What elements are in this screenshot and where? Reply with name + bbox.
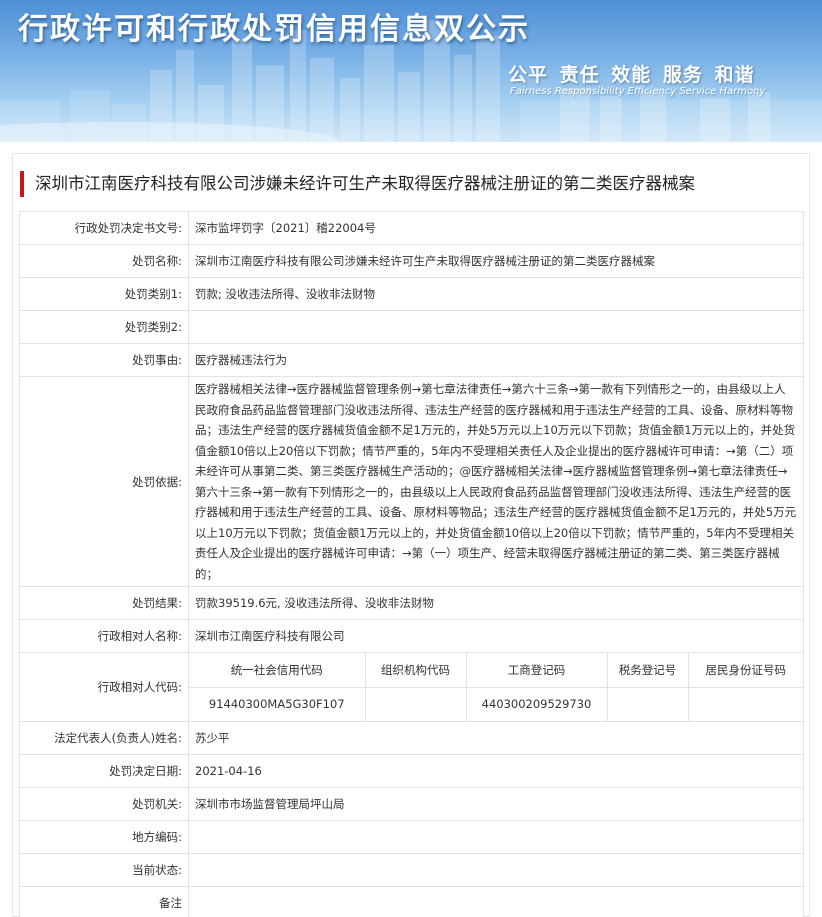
label-party-name: 行政相对人名称: (19, 619, 189, 653)
row-category1: 处罚类别1: 罚款; 没收违法所得、没收非法财物 (19, 277, 804, 311)
party-code-header-row: 统一社会信用代码 组织机构代码 工商登记码 税务登记号 居民身份证号码 (189, 653, 803, 688)
value-business-reg-code: 440300209529730 (465, 686, 608, 721)
row-date: 处罚决定日期: 2021-04-16 (19, 754, 804, 788)
value-status (188, 853, 804, 887)
row-authority: 处罚机关: 深圳市市场监督管理局坪山局 (19, 787, 804, 821)
value-org-code (364, 686, 467, 721)
label-result: 处罚结果: (19, 586, 189, 620)
banner-slogan-english: Fairness Responsibility Efficiency Servi… (510, 86, 766, 97)
value-region-code (188, 820, 804, 854)
banner-title: 行政许可和行政处罚信用信息双公示 (18, 12, 530, 47)
label-date: 处罚决定日期: (19, 754, 189, 788)
value-party-code: 统一社会信用代码 组织机构代码 工商登记码 税务登记号 居民身份证号码 9144… (188, 652, 804, 722)
value-authority: 深圳市市场监督管理局坪山局 (188, 787, 804, 821)
row-reason: 处罚事由: 医疗器械违法行为 (19, 343, 804, 377)
value-party-name: 深圳市江南医疗科技有限公司 (188, 619, 804, 653)
label-category1: 处罚类别1: (19, 277, 189, 311)
case-title: 深圳市江南医疗科技有限公司涉嫌未经许可生产未取得医疗器械注册证的第二类医疗器械案 (20, 171, 695, 197)
value-tax-reg-code (606, 686, 689, 721)
header-org-code: 组织机构代码 (364, 653, 467, 688)
value-remark (188, 886, 804, 917)
value-date: 2021-04-16 (188, 754, 804, 788)
label-doc-no: 行政处罚决定书文号: (19, 211, 189, 245)
header-credit-code: 统一社会信用代码 (189, 653, 366, 688)
label-authority: 处罚机关: (19, 787, 189, 821)
value-result: 罚款39519.6元, 没收违法所得、没收非法财物 (188, 586, 804, 620)
header-tax-reg-code: 税务登记号 (606, 653, 689, 688)
penalty-info-table: 行政处罚决定书文号: 深市监坪罚字〔2021〕稽22004号 处罚名称: 深圳市… (19, 211, 804, 917)
row-category2: 处罚类别2: (19, 310, 804, 344)
value-basis: 医疗器械相关法律→医疗器械监督管理条例→第七章法律责任→第六十三条→第一款有下列… (188, 376, 804, 587)
value-doc-no: 深市监坪罚字〔2021〕稽22004号 (188, 211, 804, 245)
header-banner: 行政许可和行政处罚信用信息双公示 公平 责任 效能 服务 和谐 Fairness… (0, 0, 822, 142)
row-party-name: 行政相对人名称: 深圳市江南医疗科技有限公司 (19, 619, 804, 653)
row-status: 当前状态: (19, 853, 804, 887)
label-party-code: 行政相对人代码: (19, 652, 189, 722)
label-reason: 处罚事由: (19, 343, 189, 377)
party-code-table: 统一社会信用代码 组织机构代码 工商登记码 税务登记号 居民身份证号码 9144… (189, 653, 803, 721)
row-result: 处罚结果: 罚款39519.6元, 没收违法所得、没收非法财物 (19, 586, 804, 620)
row-basis: 处罚依据: 医疗器械相关法律→医疗器械监督管理条例→第七章法律责任→第六十三条→… (19, 376, 804, 587)
value-category1: 罚款; 没收违法所得、没收非法财物 (188, 277, 804, 311)
row-remark: 备注 (19, 886, 804, 917)
label-basis: 处罚依据: (19, 376, 189, 587)
header-id-number: 居民身份证号码 (687, 653, 803, 688)
header-business-reg-code: 工商登记码 (465, 653, 608, 688)
row-region-code: 地方编码: (19, 820, 804, 854)
banner-slogan: 公平 责任 效能 服务 和谐 (508, 64, 755, 86)
label-region-code: 地方编码: (19, 820, 189, 854)
value-category2 (188, 310, 804, 344)
row-party-code: 行政相对人代码: 统一社会信用代码 组织机构代码 工商登记码 税务登记号 居民身… (19, 652, 804, 722)
row-legal-rep: 法定代表人(负责人)姓名: 苏少平 (19, 721, 804, 755)
value-id-number (687, 686, 803, 721)
value-credit-code: 91440300MA5G30F107 (189, 686, 366, 721)
row-name: 处罚名称: 深圳市江南医疗科技有限公司涉嫌未经许可生产未取得医疗器械注册证的第二… (19, 244, 804, 278)
party-code-value-row: 91440300MA5G30F107 440300209529730 (189, 686, 803, 721)
label-category2: 处罚类别2: (19, 310, 189, 344)
label-remark: 备注 (19, 886, 189, 917)
row-doc-no: 行政处罚决定书文号: 深市监坪罚字〔2021〕稽22004号 (19, 211, 804, 245)
value-name: 深圳市江南医疗科技有限公司涉嫌未经许可生产未取得医疗器械注册证的第二类医疗器械案 (188, 244, 804, 278)
value-reason: 医疗器械违法行为 (188, 343, 804, 377)
value-legal-rep: 苏少平 (188, 721, 804, 755)
label-status: 当前状态: (19, 853, 189, 887)
content-panel: 深圳市江南医疗科技有限公司涉嫌未经许可生产未取得医疗器械注册证的第二类医疗器械案… (12, 153, 810, 917)
label-name: 处罚名称: (19, 244, 189, 278)
label-legal-rep: 法定代表人(负责人)姓名: (19, 721, 189, 755)
